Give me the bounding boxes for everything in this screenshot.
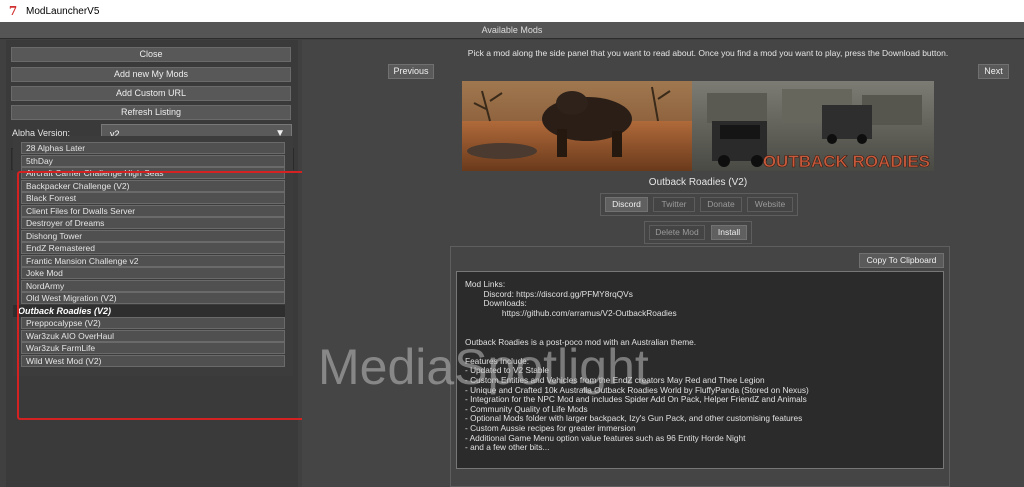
description-panel: Copy To Clipboard Mod Links: Discord: ht…: [450, 246, 950, 487]
mod-list-item[interactable]: 5thDay: [21, 154, 285, 167]
donate-button[interactable]: Donate: [700, 197, 742, 212]
mod-list-item[interactable]: Frantic Mansion Challenge v2: [21, 254, 285, 267]
mod-list-item[interactable]: Joke Mod: [21, 267, 285, 279]
description-line: https://github.com/arramus/V2-OutbackRoa…: [465, 307, 677, 318]
copy-to-clipboard-button[interactable]: Copy To Clipboard: [859, 253, 944, 268]
install-button[interactable]: Install: [711, 225, 747, 240]
website-button[interactable]: Website: [747, 197, 793, 212]
mod-list-item[interactable]: Old West Migration (V2): [21, 292, 285, 304]
mod-banner-image: OUTBACK ROADIES: [462, 81, 934, 171]
description-line: - and a few other bits...: [465, 442, 550, 453]
mod-list-item[interactable]: Client Files for Dwalls Server: [21, 204, 285, 217]
instructions-text: Pick a mod along the side panel that you…: [467, 48, 949, 58]
mod-list-item[interactable]: NordArmy: [21, 279, 285, 292]
mod-list-item[interactable]: War3zuk FarmLife: [21, 342, 285, 354]
delete-mod-button[interactable]: Delete Mod: [649, 225, 705, 240]
launcher-7-icon: 7: [8, 4, 18, 18]
description-line: Outback Roadies is a post-poco mod with …: [465, 336, 697, 347]
mod-list-item[interactable]: War3zuk AIO OverHaul: [21, 329, 285, 342]
discord-button[interactable]: Discord: [605, 197, 648, 212]
mod-list-item[interactable]: EndZ Remastered: [21, 242, 285, 254]
mod-links-group: Discord Twitter Donate Website: [600, 193, 798, 216]
mod-list-item[interactable]: 28 Alphas Later: [21, 142, 285, 154]
banner-artwork: OUTBACK ROADIES: [462, 81, 934, 171]
mod-list-item[interactable]: Dishong Tower: [21, 229, 285, 242]
mod-list-item[interactable]: Black Forrest: [21, 192, 285, 204]
banner-title-text: OUTBACK ROADIES: [763, 152, 930, 171]
mod-list-item-selected[interactable]: Outback Roadies (V2): [13, 304, 285, 317]
mod-title: Outback Roadies (V2): [648, 177, 748, 188]
window-title: ModLauncherV5: [26, 5, 100, 17]
window-titlebar: 7 ModLauncherV5: [0, 0, 1024, 22]
add-custom-url-button[interactable]: Add Custom URL: [11, 86, 291, 101]
available-mods-header: Available Mods: [0, 22, 1024, 39]
description-line: Discord: https://discord.gg/PFMY8rqQVs: [465, 288, 633, 299]
mod-list-item[interactable]: Preppocalypse (V2): [21, 317, 285, 329]
add-my-mods-button[interactable]: Add new My Mods: [11, 67, 291, 82]
description-line: [465, 318, 935, 328]
refresh-listing-button[interactable]: Refresh Listing: [11, 105, 291, 120]
mod-description-text[interactable]: Mod Links: Discord: https://discord.gg/P…: [456, 271, 944, 469]
mod-list-item[interactable]: Backpacker Challenge (V2): [21, 179, 285, 192]
close-button[interactable]: Close: [11, 47, 291, 62]
next-button[interactable]: Next: [978, 64, 1009, 79]
mod-details-panel: Pick a mod along the side panel that you…: [302, 40, 1024, 487]
mod-list: 28 Alphas Later 5thDay Aircraft Carrier Ch…: [13, 136, 293, 376]
mod-list-item[interactable]: Aircraft Carrier Challenge High Seas: [21, 167, 285, 179]
mod-list-item[interactable]: Wild West Mod (V2): [21, 354, 285, 367]
mod-list-item[interactable]: Destroyer of Dreams: [21, 217, 285, 229]
previous-button[interactable]: Previous: [388, 64, 434, 79]
twitter-button[interactable]: Twitter: [653, 197, 695, 212]
mod-actions-group: Delete Mod Install: [644, 221, 752, 244]
description-line: [465, 347, 935, 357]
